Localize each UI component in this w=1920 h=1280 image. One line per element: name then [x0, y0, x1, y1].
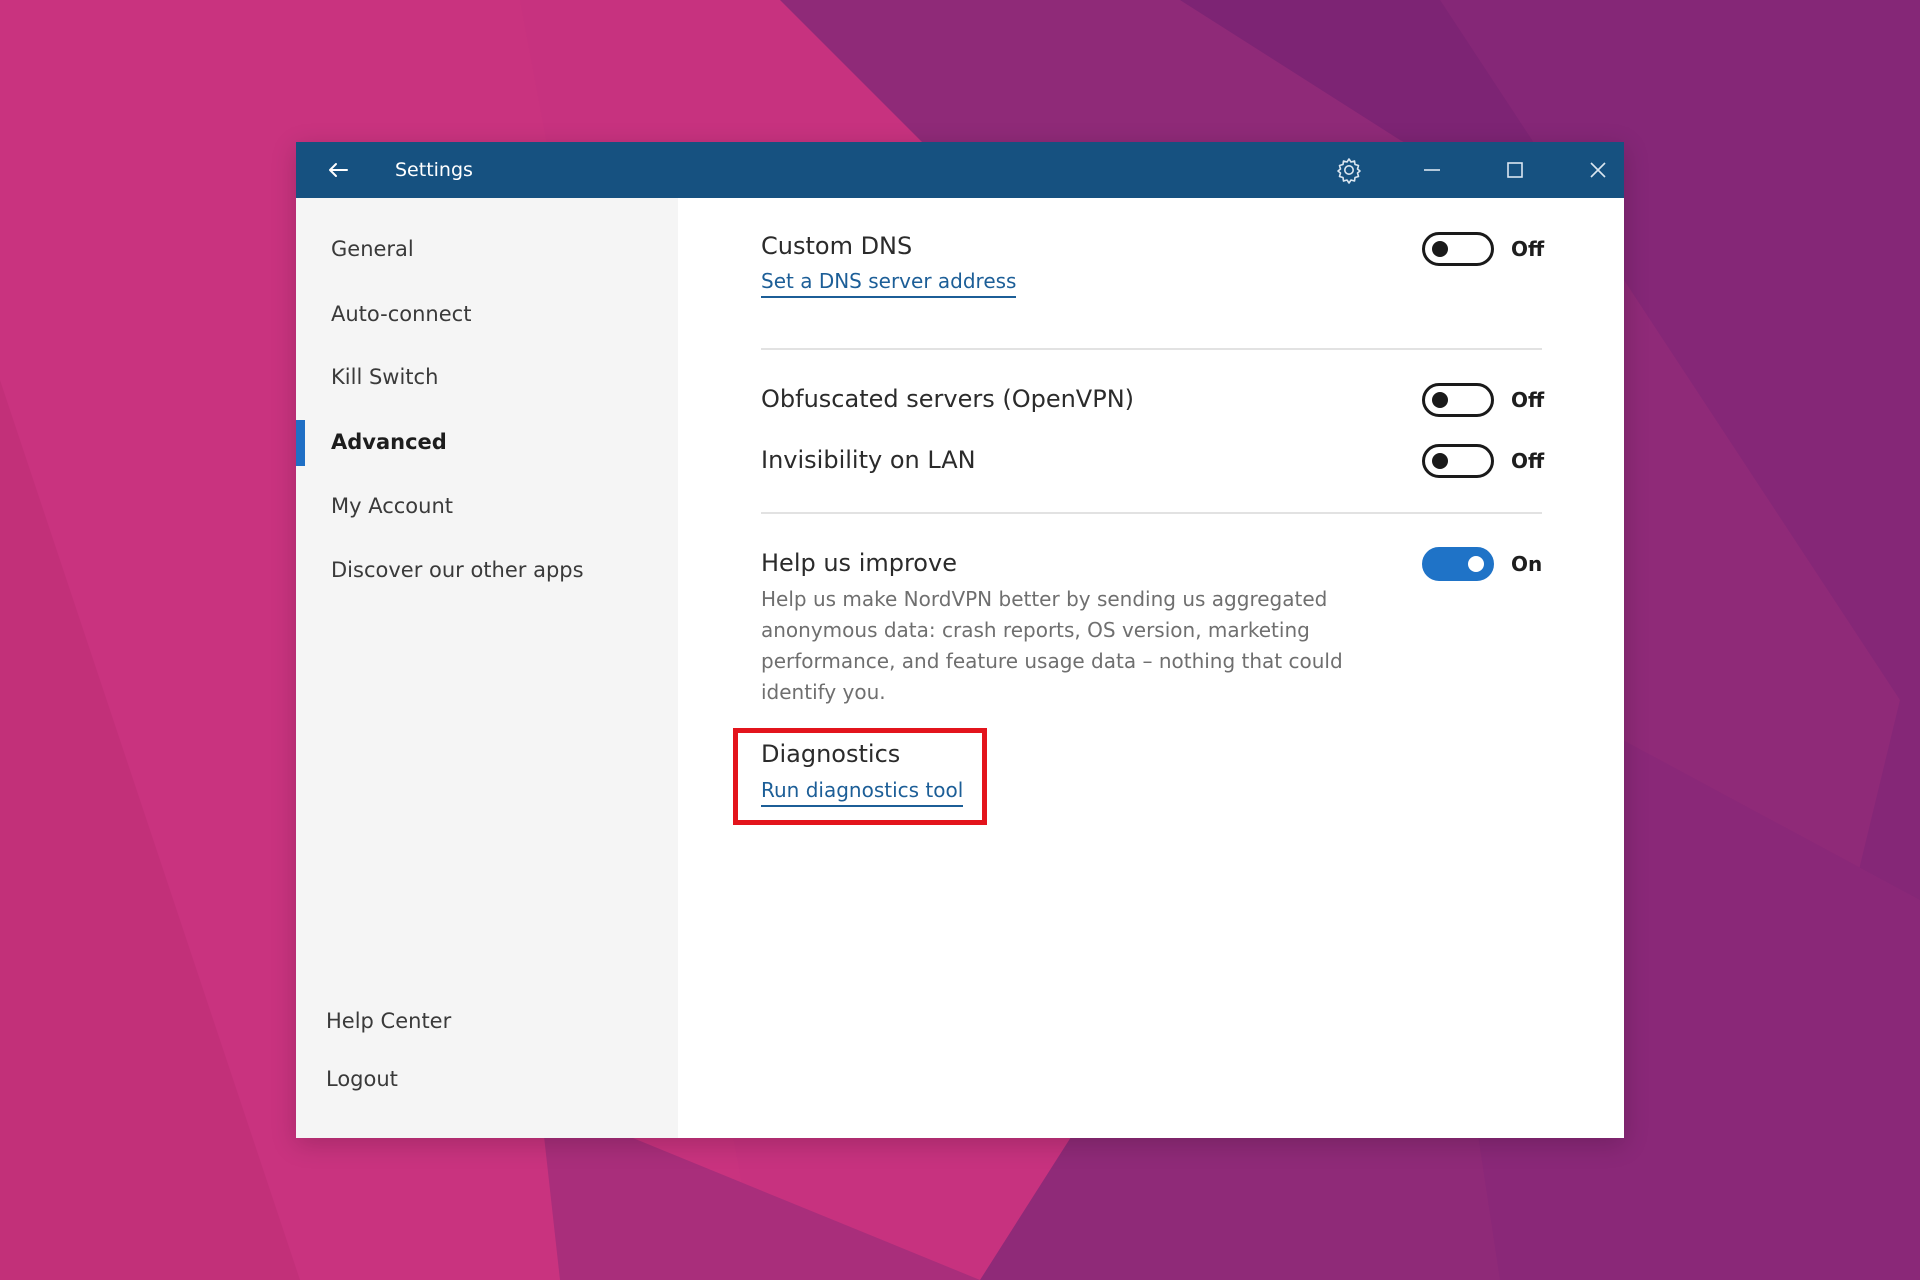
help-improve-state: On	[1511, 552, 1543, 576]
back-button[interactable]	[324, 156, 352, 184]
set-dns-link[interactable]: Set a DNS server address	[761, 267, 1017, 298]
close-button[interactable]	[1582, 154, 1614, 186]
arrow-left-icon	[329, 163, 348, 177]
invisibility-lan-state: Off	[1511, 449, 1545, 473]
maximize-button[interactable]	[1499, 154, 1531, 186]
advanced-settings-panel: Custom DNS Set a DNS server address Off …	[678, 198, 1624, 1138]
settings-button[interactable]	[1333, 154, 1365, 186]
obfuscated-servers-title: Obfuscated servers (OpenVPN)	[761, 385, 1135, 413]
obfuscated-servers-state: Off	[1511, 388, 1545, 412]
sidebar-item-advanced[interactable]: Advanced	[331, 427, 447, 457]
minimize-button[interactable]	[1416, 154, 1448, 186]
maximize-icon	[1507, 162, 1523, 178]
settings-window: Settings General Auto-connect Kill Switc…	[296, 142, 1624, 1138]
sidebar-item-discover-apps[interactable]: Discover our other apps	[331, 555, 584, 585]
invisibility-lan-toggle[interactable]	[1422, 444, 1494, 478]
custom-dns-state: Off	[1511, 237, 1545, 261]
invisibility-lan-title: Invisibility on LAN	[761, 446, 976, 474]
sidebar-item-kill-switch[interactable]: Kill Switch	[331, 362, 438, 392]
toggle-knob	[1432, 241, 1448, 257]
toggle-knob	[1468, 556, 1484, 572]
sidebar-item-auto-connect[interactable]: Auto-connect	[331, 299, 471, 329]
section-divider	[761, 512, 1542, 514]
minimize-icon	[1424, 169, 1440, 171]
gear-icon	[1337, 158, 1361, 184]
diagnostics-highlight	[733, 728, 987, 825]
logout-link[interactable]: Logout	[326, 1064, 398, 1094]
active-indicator	[296, 420, 305, 466]
sidebar-item-general[interactable]: General	[331, 234, 414, 264]
custom-dns-title: Custom DNS	[761, 232, 913, 260]
help-improve-description: Help us make NordVPN better by sending u…	[761, 587, 1343, 704]
section-divider	[761, 348, 1542, 350]
close-icon	[1590, 162, 1606, 178]
help-center-link[interactable]: Help Center	[326, 1006, 451, 1036]
toggle-knob	[1432, 453, 1448, 469]
custom-dns-toggle[interactable]	[1422, 232, 1494, 266]
title-bar: Settings	[296, 142, 1624, 198]
help-improve-title: Help us improve	[761, 549, 957, 577]
toggle-knob	[1432, 392, 1448, 408]
settings-sidebar: General Auto-connect Kill Switch Advance…	[296, 198, 678, 1138]
obfuscated-servers-toggle[interactable]	[1422, 383, 1494, 417]
help-improve-toggle[interactable]	[1422, 547, 1494, 581]
sidebar-item-my-account[interactable]: My Account	[331, 491, 453, 521]
window-title: Settings	[395, 159, 473, 181]
